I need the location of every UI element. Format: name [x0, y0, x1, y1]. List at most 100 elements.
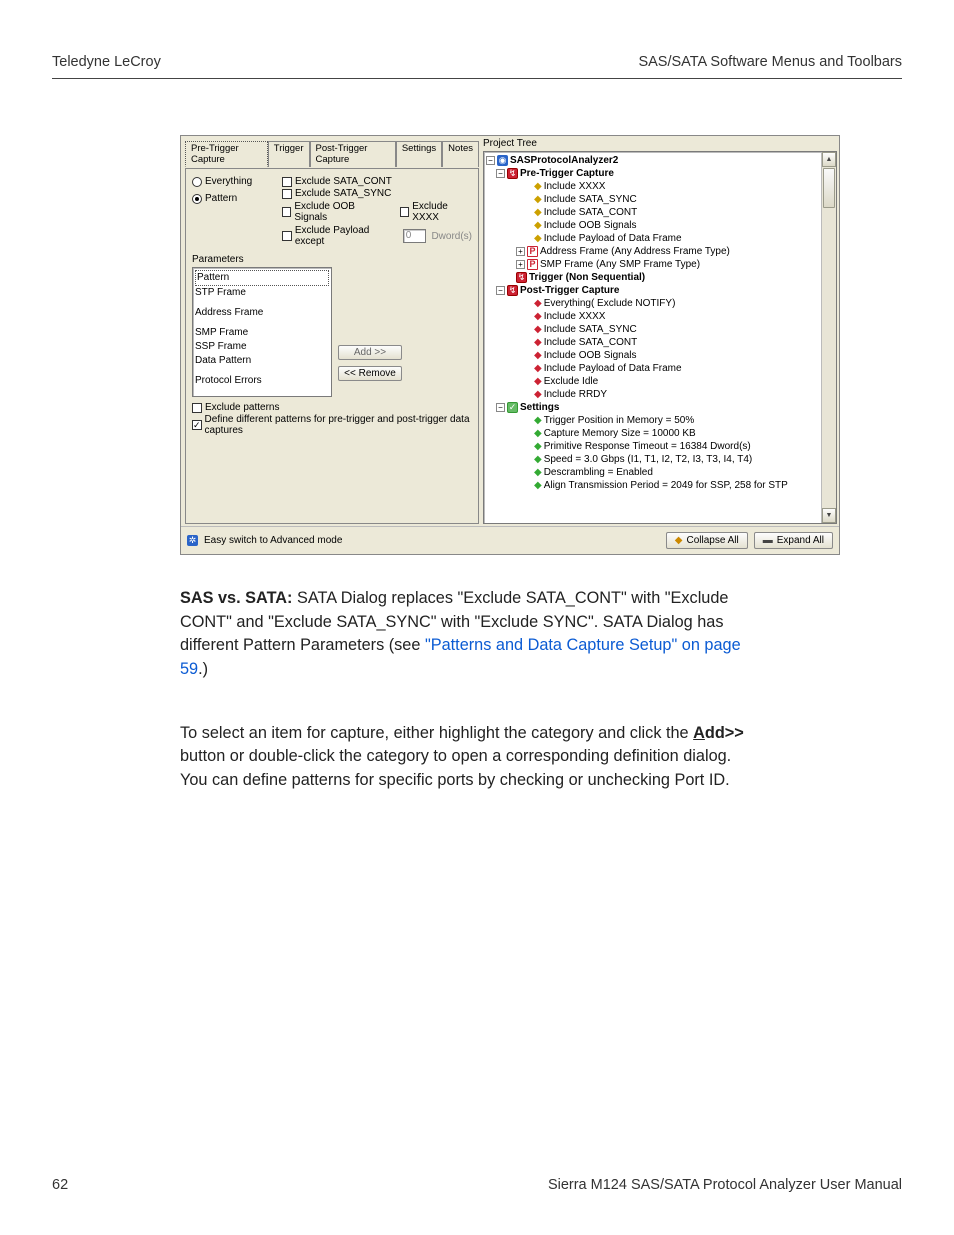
tree-item[interactable]: Include RRDY [544, 388, 607, 401]
tree-item[interactable]: Descrambling = Enabled [544, 466, 653, 479]
tab-notes[interactable]: Notes [442, 141, 479, 167]
para1-tail: .) [198, 660, 208, 678]
tree-item[interactable]: Include SATA_SYNC [544, 323, 637, 336]
tree-root: SASProtocolAnalyzer2 [510, 154, 618, 167]
list-item[interactable]: Protocol Errors [195, 374, 329, 388]
gear-icon: ✲ [187, 535, 198, 546]
tree-trigger: Trigger (Non Sequential) [529, 271, 645, 284]
collapse-all-button[interactable]: ◆Collapse All [666, 532, 748, 549]
list-item[interactable]: SSP Frame [195, 340, 329, 354]
para2-b: button or double-click the category to o… [180, 747, 731, 789]
list-item[interactable]: SMP Frame [195, 326, 329, 340]
tree-item[interactable]: Include Payload of Data Frame [544, 232, 682, 245]
project-tree[interactable]: −◉SASProtocolAnalyzer2 −↯Pre-Trigger Cap… [483, 151, 837, 524]
expander-icon[interactable]: − [496, 403, 505, 412]
add-underline: A [693, 724, 705, 742]
tree-item[interactable]: Primitive Response Timeout = 16384 Dword… [544, 440, 751, 453]
header-right: SAS/SATA Software Menus and Toolbars [638, 54, 902, 70]
tree-item[interactable]: Address Frame (Any Address Frame Type) [540, 245, 730, 258]
radio-everything[interactable] [192, 177, 202, 187]
para2-a: To select an item for capture, either hi… [180, 724, 693, 742]
tree-item[interactable]: Trigger Position in Memory = 50% [544, 414, 695, 427]
pin-icon: ◆ [534, 193, 542, 206]
pin-icon: ◆ [534, 362, 542, 375]
tab-trigger[interactable]: Trigger [268, 141, 310, 167]
chk-excl-payload[interactable] [282, 231, 292, 241]
add-button[interactable]: Add >> [338, 345, 402, 360]
tree-item[interactable]: Include Payload of Data Frame [544, 362, 682, 375]
tree-item[interactable]: Capture Memory Size = 10000 KB [544, 427, 696, 440]
tree-item[interactable]: Include SATA_SYNC [544, 193, 637, 206]
tab-pre-trigger[interactable]: Pre-Trigger Capture [185, 141, 268, 167]
tree-item[interactable]: Include OOB Signals [544, 349, 637, 362]
tree-item[interactable]: Include SATA_CONT [544, 206, 638, 219]
expander-icon[interactable]: − [486, 156, 495, 165]
pin-icon: ◆ [534, 323, 542, 336]
pin-icon: ◆ [534, 453, 542, 466]
chk-excl-sata-cont[interactable] [282, 177, 292, 187]
parameters-listbox[interactable]: Pattern STP Frame Address Frame SMP Fram… [192, 267, 332, 397]
scroll-up-icon[interactable]: ▲ [822, 152, 836, 167]
tree-settings: Settings [520, 401, 559, 414]
list-item[interactable]: Data Pattern [195, 354, 329, 368]
analyzer-icon: ◉ [497, 155, 508, 166]
capture-icon: ↯ [507, 168, 518, 179]
pin-icon: ◆ [534, 297, 542, 310]
chk-exclude-patterns[interactable] [192, 403, 202, 413]
tree-post-trigger: Post-Trigger Capture [520, 284, 619, 297]
scroll-thumb[interactable] [823, 168, 835, 208]
tree-item[interactable]: Speed = 3.0 Gbps (I1, T1, I2, T2, I3, T3… [544, 453, 753, 466]
pin-icon: ◆ [534, 479, 542, 492]
expander-icon[interactable]: + [516, 260, 525, 269]
list-item[interactable]: Pattern [195, 270, 329, 286]
pin-icon: ◆ [534, 310, 542, 323]
pin-icon: ◆ [534, 388, 542, 401]
pin-icon: ◆ [534, 414, 542, 427]
capture-icon: ↯ [507, 285, 518, 296]
expander-icon[interactable]: + [516, 247, 525, 256]
pin-icon: ◆ [534, 219, 542, 232]
tree-item[interactable]: Align Transmission Period = 2049 for SSP… [544, 479, 788, 492]
chk-excl-xxxx[interactable] [400, 207, 409, 217]
expander-icon[interactable]: − [496, 286, 505, 295]
remove-button[interactable]: << Remove [338, 366, 402, 381]
dialog-screenshot: Pre-Trigger Capture Trigger Post-Trigger… [180, 135, 840, 555]
page-number: 62 [52, 1177, 68, 1193]
scrollbar-vertical[interactable]: ▲ ▼ [821, 152, 836, 523]
radio-everything-label: Everything [205, 176, 252, 187]
chk-excl-oob[interactable] [282, 207, 291, 217]
radio-pattern[interactable] [192, 194, 202, 204]
tree-item[interactable]: SMP Frame (Any SMP Frame Type) [540, 258, 700, 271]
chk-excl-sata-sync-label: Exclude SATA_SYNC [295, 188, 391, 199]
header-left: Teledyne LeCroy [52, 54, 161, 70]
tab-bar: Pre-Trigger Capture Trigger Post-Trigger… [185, 140, 479, 166]
list-item[interactable]: Address Frame [195, 306, 329, 320]
pin-icon: ◆ [534, 349, 542, 362]
expand-icon: ▬ [763, 535, 773, 546]
tab-post-trigger[interactable]: Post-Trigger Capture [310, 141, 396, 167]
chk-excl-sata-sync[interactable] [282, 189, 292, 199]
tree-item[interactable]: Include OOB Signals [544, 219, 637, 232]
dword-label: Dword(s) [431, 231, 472, 242]
expander-icon[interactable]: − [496, 169, 505, 178]
tab-settings[interactable]: Settings [396, 141, 442, 167]
project-tree-label: Project Tree [483, 138, 837, 149]
tree-item[interactable]: Include XXXX [544, 310, 606, 323]
tree-item[interactable]: Everything( Exclude NOTIFY) [544, 297, 676, 310]
tree-item[interactable]: Exclude Idle [544, 375, 598, 388]
list-item[interactable]: STP Frame [195, 286, 329, 300]
tree-item[interactable]: Include SATA_CONT [544, 336, 638, 349]
collapse-all-label: Collapse All [686, 535, 738, 546]
chk-define-different[interactable] [192, 420, 202, 430]
pin-icon: ◆ [534, 466, 542, 479]
scroll-down-icon[interactable]: ▼ [822, 508, 836, 523]
settings-icon: ✓ [507, 402, 518, 413]
collapse-icon: ◆ [675, 535, 683, 546]
tree-item[interactable]: Include XXXX [544, 180, 606, 193]
excl-payload-input[interactable]: 0 [403, 229, 427, 243]
expand-all-button[interactable]: ▬Expand All [754, 532, 833, 549]
easy-switch-link[interactable]: Easy switch to Advanced mode [204, 535, 342, 546]
parameters-label: Parameters [192, 254, 472, 265]
chk-excl-sata-cont-label: Exclude SATA_CONT [295, 176, 392, 187]
frame-icon: P [527, 259, 538, 270]
